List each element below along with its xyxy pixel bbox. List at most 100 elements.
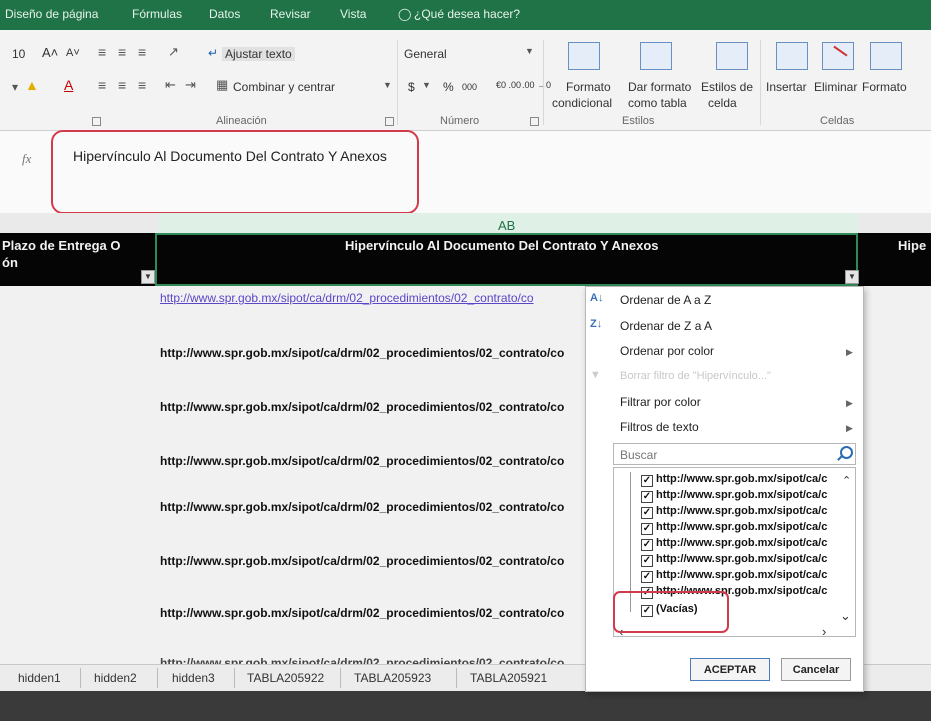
menu-item-sort-az[interactable]: Ordenar de A a Z: [620, 293, 711, 307]
insert-cells-icon[interactable]: [776, 42, 808, 70]
filter-value-item[interactable]: ✓ http://www.spr.gob.mx/sipot/ca/c: [641, 489, 827, 503]
menu-item-sort-za[interactable]: Ordenar de Z a A: [620, 319, 712, 333]
scroll-right-icon[interactable]: ›: [822, 624, 826, 639]
ribbon-tab-bar: Diseño de página Fórmulas Datos Revisar …: [0, 0, 931, 30]
font-launcher-icon[interactable]: [92, 117, 101, 126]
checkbox-checked-icon[interactable]: ✓: [641, 507, 653, 519]
sheet-tab-tabla205923[interactable]: TABLA205923: [354, 671, 431, 685]
currency-button[interactable]: $: [408, 80, 415, 94]
column-letter-ab: AB: [498, 218, 516, 233]
tab-review[interactable]: Revisar: [270, 7, 311, 21]
sheet-tab-tabla205922[interactable]: TABLA205922: [247, 671, 324, 685]
filter-value-item[interactable]: ✓ http://www.spr.gob.mx/sipot/ca/c: [641, 553, 827, 567]
fill-color-icon[interactable]: ▲: [25, 77, 39, 93]
header-delivery-term[interactable]: Plazo de Entrega O: [2, 238, 120, 253]
header-contract-link[interactable]: Hipervínculo Al Documento Del Contrato Y…: [345, 238, 659, 253]
cell-styles-label-2[interactable]: celda: [708, 96, 737, 110]
menu-item-text-filters[interactable]: Filtros de texto: [620, 420, 699, 434]
thousands-button[interactable]: 000: [462, 82, 477, 92]
filter-value-item[interactable]: ✓ http://www.spr.gob.mx/sipot/ca/c: [641, 537, 827, 551]
cell-styles-icon[interactable]: [716, 42, 748, 70]
font-color-icon[interactable]: A: [64, 77, 73, 93]
chevron-down-icon[interactable]: ▼: [422, 80, 431, 90]
format-table-label-1: Dar formato: [628, 80, 692, 94]
sheet-tab-hidden2[interactable]: hidden2: [94, 671, 137, 685]
format-button[interactable]: Formato: [862, 80, 907, 94]
scroll-down-icon[interactable]: ⌄: [840, 608, 851, 624]
delete-cells-icon[interactable]: [822, 42, 854, 70]
align-middle-icon[interactable]: ≡: [118, 44, 126, 60]
filter-value-item[interactable]: ✓ http://www.spr.gob.mx/sipot/ca/c: [641, 473, 827, 487]
table-cell-link[interactable]: http://www.spr.gob.mx/sipot/ca/drm/02_pr…: [160, 656, 582, 664]
tab-view[interactable]: Vista: [340, 7, 366, 21]
align-left-icon[interactable]: ≡: [98, 77, 106, 93]
table-cell-link[interactable]: http://www.spr.gob.mx/sipot/ca/drm/02_pr…: [160, 554, 582, 568]
checkbox-checked-icon[interactable]: ✓: [641, 475, 653, 487]
checkbox-checked-icon[interactable]: ✓: [641, 571, 653, 583]
wrap-text-icon[interactable]: ↵: [208, 46, 218, 60]
tab-page-layout[interactable]: Diseño de página: [5, 7, 98, 21]
function-icon[interactable]: fx: [22, 151, 31, 167]
chevron-down-icon[interactable]: ▼: [525, 46, 534, 56]
menu-item-filter-color[interactable]: Filtrar por color: [620, 395, 701, 409]
scroll-up-icon[interactable]: ⌃: [842, 474, 851, 487]
border-dropdown-icon[interactable]: ▾: [12, 80, 18, 94]
checkbox-checked-icon[interactable]: ✓: [641, 539, 653, 551]
menu-item-sort-color[interactable]: Ordenar por color: [620, 344, 714, 358]
insert-button[interactable]: Insertar: [766, 80, 807, 94]
wrap-text-button[interactable]: Ajustar texto: [222, 47, 295, 61]
table-cell-link[interactable]: http://www.spr.gob.mx/sipot/ca/drm/02_pr…: [160, 400, 582, 414]
search-icon[interactable]: [840, 446, 853, 459]
delete-button[interactable]: Eliminar: [814, 80, 857, 94]
filter-dropdown-icon[interactable]: ▼: [141, 270, 155, 284]
tell-me-search[interactable]: ¿Qué desea hacer?: [414, 7, 520, 21]
font-size-box[interactable]: 10: [12, 47, 25, 61]
sheet-tab-tabla205921[interactable]: TABLA205921: [470, 671, 547, 685]
align-top-icon[interactable]: ≡: [98, 44, 106, 60]
sheet-tab-hidden1[interactable]: hidden1: [18, 671, 61, 685]
format-table-label-2[interactable]: como tabla: [628, 96, 687, 110]
align-bottom-icon[interactable]: ≡: [138, 44, 146, 60]
percent-button[interactable]: %: [443, 80, 454, 94]
increase-indent-icon[interactable]: ⇥: [185, 77, 196, 93]
cancel-button[interactable]: Cancelar: [781, 658, 851, 681]
chevron-down-icon[interactable]: ▼: [383, 80, 392, 90]
decrease-font-icon[interactable]: A˅: [66, 47, 80, 59]
increase-decimal-button[interactable]: €0 .00: [496, 80, 521, 90]
checkbox-checked-icon[interactable]: ✓: [641, 491, 653, 503]
merge-center-button[interactable]: Combinar y centrar: [233, 80, 335, 94]
header-next-column[interactable]: Hipe: [898, 238, 926, 253]
sheet-tab-hidden3[interactable]: hidden3: [172, 671, 215, 685]
number-format-select[interactable]: General: [404, 47, 447, 61]
conditional-format-label-2[interactable]: condicional: [552, 96, 612, 110]
table-cell-link[interactable]: http://www.spr.gob.mx/sipot/ca/drm/02_pr…: [160, 346, 582, 360]
ok-button[interactable]: ACEPTAR: [690, 658, 770, 681]
filter-value-item[interactable]: ✓ http://www.spr.gob.mx/sipot/ca/c: [641, 505, 827, 519]
tab-data[interactable]: Datos: [209, 7, 240, 21]
align-center-icon[interactable]: ≡: [118, 77, 126, 93]
table-cell-link[interactable]: http://www.spr.gob.mx/sipot/ca/drm/02_pr…: [160, 606, 582, 620]
table-cell-link[interactable]: http://www.spr.gob.mx/sipot/ca/drm/02_pr…: [160, 454, 582, 468]
alignment-launcher-icon[interactable]: [385, 117, 394, 126]
filter-value-item[interactable]: ✓ http://www.spr.gob.mx/sipot/ca/c: [641, 569, 827, 583]
tab-divider: [157, 668, 158, 688]
increase-font-icon[interactable]: A˄: [42, 45, 58, 60]
group-label-cells: Celdas: [820, 115, 855, 127]
filter-value-item[interactable]: ✓ http://www.spr.gob.mx/sipot/ca/c: [641, 521, 827, 535]
highlight-annotation: [613, 591, 729, 633]
merge-center-icon[interactable]: ▦: [216, 77, 228, 93]
table-cell-link[interactable]: http://www.spr.gob.mx/sipot/ca/drm/02_pr…: [160, 291, 582, 305]
checkbox-checked-icon[interactable]: ✓: [641, 523, 653, 535]
align-right-icon[interactable]: ≡: [138, 77, 146, 93]
tab-formulas[interactable]: Fórmulas: [132, 7, 182, 21]
decrease-indent-icon[interactable]: ⇤: [165, 77, 176, 93]
checkbox-checked-icon[interactable]: ✓: [641, 555, 653, 567]
filter-dropdown-icon-active[interactable]: ▼: [845, 270, 859, 284]
format-cells-icon[interactable]: [870, 42, 902, 70]
conditional-format-icon[interactable]: [568, 42, 600, 70]
format-table-icon[interactable]: [640, 42, 672, 70]
table-cell-link[interactable]: http://www.spr.gob.mx/sipot/ca/drm/02_pr…: [160, 500, 582, 514]
decrease-decimal-button[interactable]: .00 →0: [522, 80, 551, 90]
number-launcher-icon[interactable]: [530, 117, 539, 126]
orientation-icon[interactable]: ↗: [168, 44, 179, 60]
